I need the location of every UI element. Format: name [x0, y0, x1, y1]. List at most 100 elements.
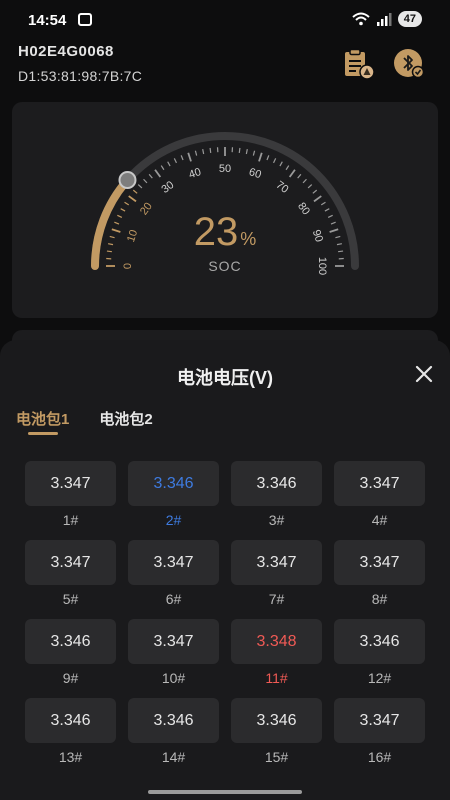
gauge-tick [143, 178, 148, 184]
gauge-tick [302, 178, 307, 184]
soc-label: SOC [208, 258, 242, 274]
gauge-tick [124, 201, 130, 206]
status-indicators: 47 [352, 11, 422, 27]
cell-voltage-item[interactable]: 3.347 4# [334, 461, 425, 528]
cell-number-label: 4# [371, 512, 388, 528]
gauge-tick [187, 152, 192, 162]
gauge-tick-label: 60 [247, 166, 262, 181]
cell-voltage-item[interactable]: 3.346 14# [128, 698, 219, 765]
cell-number-label: 6# [165, 591, 182, 607]
cell-voltage-item[interactable]: 3.348 11# [231, 619, 322, 686]
cell-number-label: 3# [268, 512, 285, 528]
close-icon[interactable] [412, 362, 436, 386]
cell-number-label: 16# [367, 749, 392, 765]
signal-icon [376, 13, 392, 26]
gauge-tick [160, 165, 165, 171]
gauge-knob [118, 171, 137, 190]
cell-number-label: 7# [268, 591, 285, 607]
cell-voltage-value: 3.346 [334, 619, 425, 664]
tab-pack-1[interactable]: 电池包1 [16, 408, 70, 435]
gauge-tick [312, 189, 318, 194]
gauge-tick [202, 148, 205, 155]
bluetooth-icon[interactable] [392, 48, 426, 80]
soc-unit: % [240, 229, 257, 249]
gauge-tick [167, 161, 171, 167]
cell-voltage-item[interactable]: 3.347 5# [25, 540, 116, 607]
cell-voltage-value: 3.347 [25, 461, 116, 506]
screen-scan-icon [78, 13, 92, 26]
gauge-tick [173, 158, 178, 164]
cell-voltage-value: 3.346 [231, 461, 322, 506]
gauge-tick-label: 40 [187, 166, 202, 181]
cell-voltage-item[interactable]: 3.347 7# [231, 540, 322, 607]
cell-number-label: 9# [62, 670, 79, 686]
cell-voltage-value: 3.347 [128, 619, 219, 664]
cell-voltage-value: 3.347 [128, 540, 219, 585]
cell-voltage-value: 3.348 [231, 619, 322, 664]
cell-voltage-item[interactable]: 3.346 13# [25, 698, 116, 765]
gauge-tick [194, 150, 198, 156]
cell-voltage-item[interactable]: 3.347 8# [334, 540, 425, 607]
cell-voltage-value: 3.346 [231, 698, 322, 743]
pack-tabs: 电池包1 电池包2 [16, 408, 153, 435]
gauge-tick [297, 173, 302, 179]
cell-voltage-item[interactable]: 3.346 15# [231, 698, 322, 765]
cell-voltage-item[interactable]: 3.347 16# [334, 698, 425, 765]
cell-voltage-item[interactable]: 3.347 10# [128, 619, 219, 686]
gauge-tick [272, 158, 277, 164]
cell-voltage-value: 3.346 [128, 461, 219, 506]
device-mac: D1:53:81:98:7B:7C [18, 68, 143, 84]
cell-number-label: 2# [165, 512, 182, 528]
cell-voltage-value: 3.347 [334, 540, 425, 585]
gauge-tick [148, 173, 153, 179]
wifi-icon [352, 12, 370, 26]
gauge-tick [252, 150, 256, 156]
cell-number-label: 8# [371, 591, 388, 607]
cell-number-label: 5# [62, 591, 79, 607]
soc-value: 23% [12, 210, 438, 255]
battery-indicator: 47 [397, 11, 422, 27]
gauge-tick [266, 155, 270, 161]
cell-voltage-grid: 3.347 1# 3.346 2# 3.346 3# 3.347 4# 3.347 5# 3.347… [25, 461, 425, 765]
cell-voltage-value: 3.347 [25, 540, 116, 585]
gauge-tick [128, 195, 137, 203]
gauge-tick [320, 201, 326, 206]
gauge-tick [258, 152, 263, 162]
cell-voltage-item[interactable]: 3.347 1# [25, 461, 116, 528]
tab-pack-2[interactable]: 电池包2 [99, 408, 152, 429]
gauge-tick-label: 30 [159, 179, 176, 196]
gauge-tick-label: 70 [274, 179, 291, 196]
gauge-tick [209, 147, 212, 153]
cell-voltage-value: 3.346 [25, 619, 116, 664]
gauge-tick [245, 148, 248, 155]
cell-voltage-value: 3.346 [25, 698, 116, 743]
cell-voltage-item[interactable]: 3.346 2# [128, 461, 219, 528]
status-time: 14:54 [28, 12, 67, 29]
soc-number: 23 [193, 210, 239, 254]
sheet-title: 电池电压(V) [177, 368, 273, 388]
soc-gauge-card: 0 10 20 30 40 50 60 70 80 90 100 23% SOC [12, 102, 438, 318]
cell-voltage-item[interactable]: 3.346 3# [231, 461, 322, 528]
cell-voltage-item[interactable]: 3.346 9# [25, 619, 116, 686]
cell-number-label: 11# [265, 670, 288, 686]
tab-label: 电池包1 [16, 411, 70, 428]
tab-label: 电池包2 [99, 411, 153, 428]
status-bar: 14:54 47 [0, 0, 450, 40]
cell-number-label: 12# [367, 670, 392, 686]
cell-number-label: 13# [58, 749, 83, 765]
voltage-sheet: 电池电压(V) 电池包1 电池包2 3.347 1# 3.346 2# 3.346 3# 3… [0, 340, 450, 800]
report-icon[interactable] [342, 48, 376, 80]
cell-number-label: 14# [161, 749, 186, 765]
gauge-tick [288, 169, 296, 178]
gauge-tick [132, 189, 138, 194]
cell-number-label: 15# [264, 749, 289, 765]
gauge-tick [307, 184, 313, 189]
cell-number-label: 10# [161, 670, 186, 686]
home-indicator[interactable] [148, 790, 302, 794]
cell-voltage-item[interactable]: 3.347 6# [128, 540, 219, 607]
gauge-tick [137, 184, 143, 189]
gauge-tick [313, 195, 322, 203]
cell-voltage-value: 3.347 [231, 540, 322, 585]
cell-voltage-item[interactable]: 3.346 12# [334, 619, 425, 686]
active-tab-indicator [28, 432, 58, 435]
